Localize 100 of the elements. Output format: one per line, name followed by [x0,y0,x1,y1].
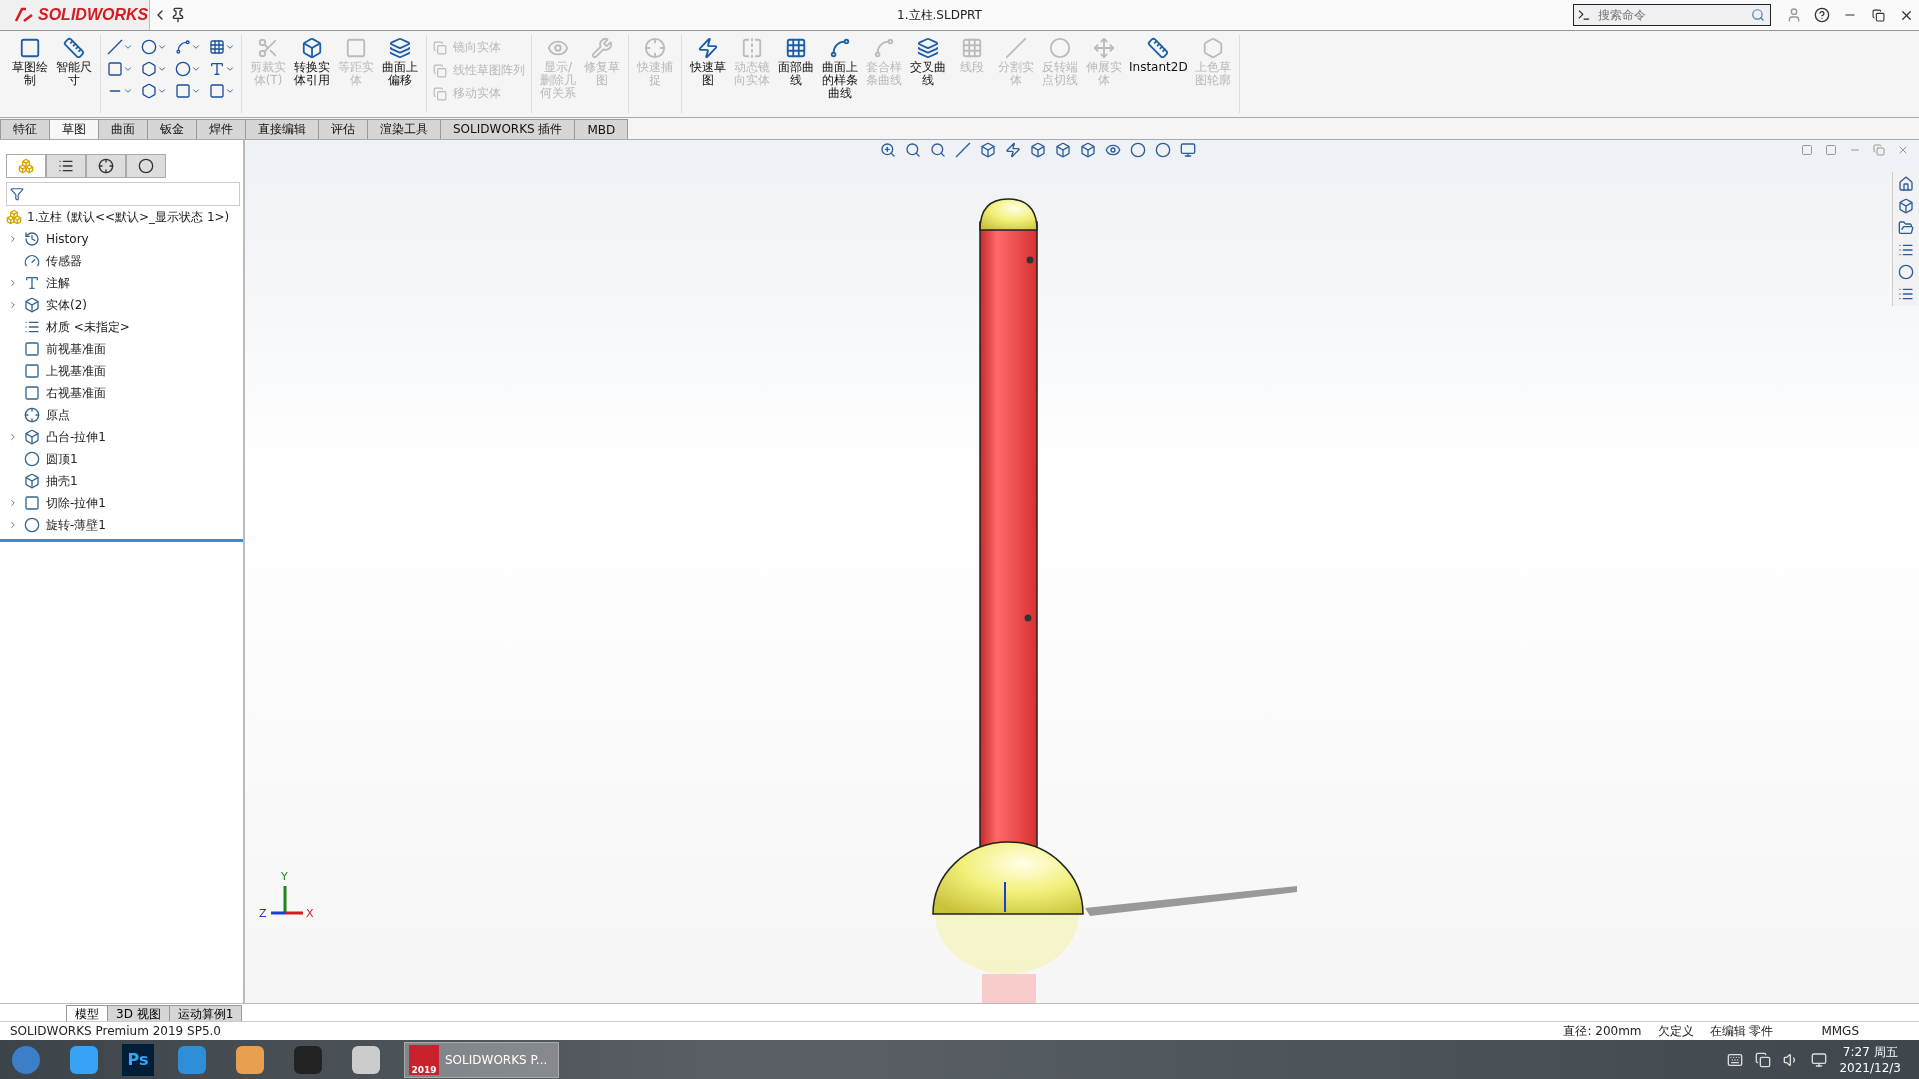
close-icon[interactable] [1897,144,1909,156]
task-pane-icon[interactable] [1898,220,1914,236]
panel-tab[interactable] [126,154,166,178]
ribbon-tab[interactable]: 评估 [318,119,368,139]
task-pane-icon[interactable] [1898,176,1914,192]
model-tab[interactable]: 运动算例1 [168,1005,243,1021]
view-tool-icon[interactable] [1155,142,1171,158]
taskbar-window-button[interactable]: 2019 SOLIDWORKS P... [404,1041,559,1078]
command-icon [917,37,939,59]
product-version: SOLIDWORKS Premium 2019 SP5.0 [9,1024,222,1038]
view-tool-icon[interactable] [1080,142,1096,158]
network-icon[interactable] [1811,1051,1828,1068]
view-tool-icon[interactable] [930,142,946,158]
search-icon[interactable] [1751,8,1765,22]
model-tab[interactable]: 3D 视图 [107,1005,170,1021]
task-pane-icon[interactable] [1898,198,1914,214]
command-button[interactable]: 曲面上的样条曲线 [820,35,860,102]
tree-item[interactable]: 前视基准面 [46,340,106,358]
command-icon [1577,8,1591,22]
filter-field[interactable] [6,182,240,206]
tree-item[interactable]: History [46,232,89,246]
sketch-tool-icon[interactable] [175,39,201,55]
task-pane-icon[interactable] [1898,242,1914,258]
view-tool-icon[interactable] [880,142,896,158]
tree-item[interactable]: 材质 <未指定> [46,318,130,336]
command-button[interactable]: 曲面上偏移 [380,35,420,89]
command-icon [785,37,807,59]
command-button[interactable]: 智能尺寸 [54,35,94,89]
tree-item[interactable]: 右视基准面 [46,384,106,402]
tree-item[interactable]: 原点 [46,406,70,424]
view-tool-icon[interactable] [1030,142,1046,158]
axis-label: Z [259,907,267,920]
command-button[interactable]: 快速草图 [688,35,728,89]
ribbon-tab[interactable]: 焊件 [196,119,246,139]
command-button[interactable]: 草图绘制 [10,35,50,89]
model-tab[interactable]: 模型 [66,1005,108,1021]
solidworks-logo[interactable]: SOLIDWORKS [0,0,150,30]
panel-tab-icon [98,158,114,174]
command-icon [873,37,895,59]
view-tool-icon[interactable] [905,142,921,158]
command-button[interactable]: 交叉曲线 [908,35,948,89]
command-icon [741,37,763,59]
tree-item[interactable]: 圆顶1 [46,450,78,468]
keyboard-icon[interactable] [1727,1051,1744,1068]
tree-item[interactable]: 上视基准面 [46,362,106,380]
tree-item[interactable]: 传感器 [46,252,82,270]
sketch-tool-icon[interactable] [209,61,235,77]
view-tool-icon[interactable] [955,142,971,158]
ribbon-tab[interactable]: 渲染工具 [367,119,441,139]
command-icon [1201,37,1224,59]
tile-left-icon[interactable] [1801,144,1813,156]
ribbon-tab[interactable]: 直接编辑 [245,119,319,139]
view-tool-icon[interactable] [980,142,996,158]
ribbon-tab[interactable]: SOLIDWORKS 插件 [440,119,576,139]
task-pane-icon[interactable] [1898,264,1914,280]
taskbar-app[interactable]: Ps [122,1043,154,1076]
tree-item[interactable]: 切除-拉伸1 [46,494,106,512]
feature-icon [24,341,40,357]
command-icon [1147,37,1170,59]
panel-tab[interactable] [86,154,126,178]
tile-right-icon[interactable] [1825,144,1837,156]
view-tool-icon[interactable] [1105,142,1121,158]
panel-tab-icon [58,158,74,174]
panel-tab[interactable] [46,154,86,178]
tree-item[interactable]: 注解 [46,274,70,292]
sketch-tool-icon[interactable] [107,39,133,55]
help-icon [1814,7,1830,23]
tree-root[interactable]: 1.立柱 (默认<<默认>_显示状态 1>) [27,208,230,226]
ribbon-tab[interactable]: MBD [574,119,629,139]
command-icon [345,37,367,59]
sketch-tool-icon[interactable] [141,83,167,99]
sketch-tool-icon[interactable] [107,61,133,77]
ribbon-tab[interactable]: 钣金 [147,119,197,139]
unit-system[interactable]: MMGS [1821,1024,1859,1038]
command-button[interactable]: 转换实体引用 [292,35,332,89]
sketch-tool-icon[interactable] [141,39,167,55]
feature-icon [24,319,40,335]
measure-text: 直径: 200mm [1562,1022,1643,1040]
view-tool-icon[interactable] [1180,142,1196,158]
view-tool-icon[interactable] [1005,142,1021,158]
command-icon [63,37,85,59]
task-pane-icon[interactable] [1898,286,1914,302]
tree-item[interactable]: 抽壳1 [46,472,78,490]
view-tool-icon[interactable] [1130,142,1146,158]
search-field[interactable]: 搜索命令 [1573,4,1771,26]
pin-icon[interactable] [170,7,186,23]
tree-item[interactable]: 凸台-拉伸1 [46,428,106,446]
ribbon-tab[interactable]: 曲面 [98,119,148,139]
command-button[interactable]: 面部曲线 [776,35,816,89]
sketch-tool-icon[interactable] [209,39,235,55]
sketch-tool-icon[interactable] [209,83,235,99]
sketch-tool-icon[interactable] [175,61,201,77]
sketch-tool-icon[interactable] [141,61,167,77]
tree-item[interactable]: 实体(2) [46,296,87,314]
sketch-tool-icon[interactable] [175,83,201,99]
ribbon-tab[interactable]: 特征 [0,119,50,139]
app-icon [293,1044,323,1075]
tree-item[interactable]: 旋转-薄壁1 [46,516,106,534]
command-button[interactable]: Instant2D [1128,35,1189,76]
view-tool-icon[interactable] [1055,142,1071,158]
